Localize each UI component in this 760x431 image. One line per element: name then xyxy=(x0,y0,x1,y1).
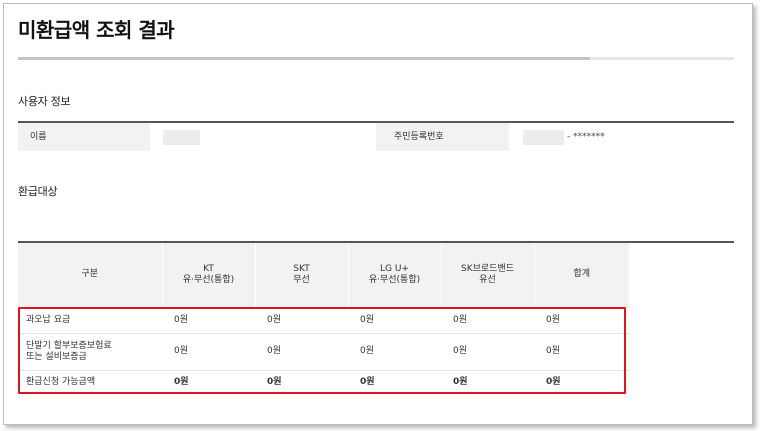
cell-skt: 0원 xyxy=(255,332,348,370)
page-title: 미환급액 조회 결과 xyxy=(18,18,175,42)
table-row: 환급신청 가능금액 0원 0원 0원 0원 0원 xyxy=(18,369,629,395)
row-label-overpaid: 과오납 요금 xyxy=(18,306,162,333)
col-header-skt: SKT 무선 xyxy=(254,243,348,307)
rrn-label: 주민등록번호 xyxy=(376,123,509,151)
cell-lgu: 0원 xyxy=(348,332,441,370)
refund-heading: 환급대상 xyxy=(18,185,58,198)
row-label-guarantee: 단말기 할부보증보험료 또는 설비보증금 xyxy=(18,332,162,370)
refund-header-row: 구분 KT 유·무선(통합) SKT 무선 LG U+ 유·무선(통합) SK브… xyxy=(18,243,629,307)
cell-lgu: 0원 xyxy=(348,369,441,395)
name-redaction xyxy=(163,130,200,145)
name-value xyxy=(150,123,376,151)
cell-kt: 0원 xyxy=(162,332,255,370)
cell-skt: 0원 xyxy=(255,306,348,333)
cell-total: 0원 xyxy=(534,369,629,395)
cell-skb: 0원 xyxy=(441,332,534,370)
cell-skb: 0원 xyxy=(441,369,534,395)
rrn-masked-suffix: - ******* xyxy=(567,132,605,142)
cell-lgu: 0원 xyxy=(348,306,441,333)
rrn-redaction xyxy=(523,130,564,145)
table-row: 과오납 요금 0원 0원 0원 0원 0원 xyxy=(18,306,629,333)
col-header-lgu: LG U+ 유·무선(통합) xyxy=(347,243,441,307)
cell-kt: 0원 xyxy=(162,369,255,395)
user-info-heading: 사용자 정보 xyxy=(18,95,71,108)
rrn-value: - ******* xyxy=(509,123,734,151)
col-header-category: 구분 xyxy=(18,243,162,307)
col-header-kt: KT 유·무선(통합) xyxy=(161,243,255,307)
refund-table: 구분 KT 유·무선(통합) SKT 무선 LG U+ 유·무선(통합) SK브… xyxy=(18,243,629,395)
title-divider-accent xyxy=(18,57,590,60)
title-divider xyxy=(18,57,734,60)
result-window: 미환급액 조회 결과 사용자 정보 이름 주민등록번호 - ******* 환급… xyxy=(3,3,753,425)
cell-kt: 0원 xyxy=(162,306,255,333)
cell-total: 0원 xyxy=(534,306,629,333)
table-row: 단말기 할부보증보험료 또는 설비보증금 0원 0원 0원 0원 0원 xyxy=(18,332,629,370)
user-info-table: 이름 주민등록번호 - ******* xyxy=(18,121,734,151)
name-label: 이름 xyxy=(18,123,150,151)
cell-total: 0원 xyxy=(534,332,629,370)
row-label-refundable: 환급신청 가능금액 xyxy=(18,369,162,395)
col-header-skb: SK브로드밴드 유선 xyxy=(440,243,534,307)
col-header-total: 합계 xyxy=(533,243,629,307)
cell-skb: 0원 xyxy=(441,306,534,333)
cell-skt: 0원 xyxy=(255,369,348,395)
